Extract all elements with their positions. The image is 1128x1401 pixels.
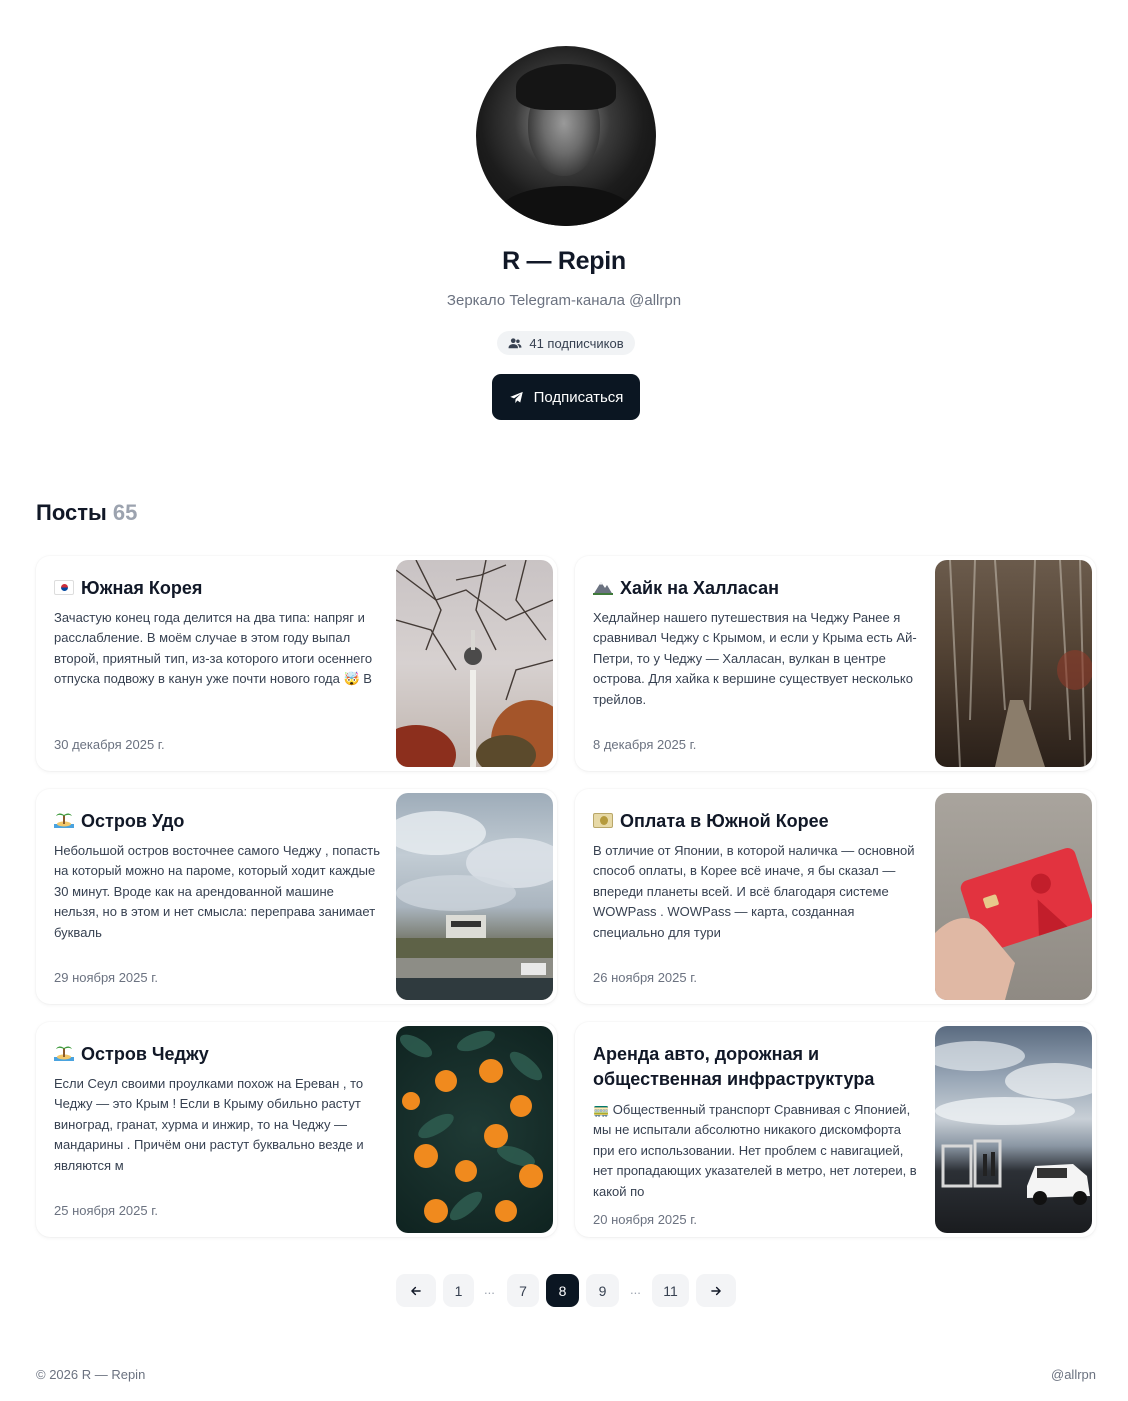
subscribe-button[interactable]: Подписаться [492,374,640,420]
post-date: 30 декабря 2025 г. [54,737,165,752]
users-icon [508,338,522,349]
post-card[interactable]: Южная Корея Зачастую конец года делится … [36,556,557,771]
post-title: Оплата в Южной Корее [593,809,923,834]
post-excerpt: Зачастую конец года делится на два типа:… [54,610,373,687]
next-page-button[interactable] [696,1274,736,1307]
arrow-left-icon [411,1286,421,1295]
mountain-icon [593,577,613,595]
post-title: Остров Удо [54,809,384,834]
post-date: 8 декабря 2025 г. [593,737,697,752]
post-title: Южная Корея [54,576,384,601]
post-excerpt: Небольшой остров восточнее самого Чеджу … [54,843,381,940]
page-button-last[interactable]: 11 [652,1274,689,1307]
footer-copyright: © 2026 R — Repin [36,1367,146,1382]
channel-subtitle: Зеркало Telegram-канала @allrpn [446,292,682,309]
avatar-shoulder-shape [496,186,636,226]
post-card[interactable]: Остров Чеджу Если Сеул своими проулками … [36,1022,557,1237]
post-title: Хайк на Халласан [593,576,923,601]
post-excerpt: Хедлайнер нашего путешествия на Чеджу Ра… [593,610,917,707]
island-icon [54,1043,74,1061]
post-title: Остров Чеджу [54,1042,384,1067]
post-excerpt: 🚃 Общественный транспорт Сравнивая с Япо… [593,1102,917,1199]
page-button-prev-number[interactable]: 7 [507,1274,539,1307]
post-date: 29 ноября 2025 г. [54,970,158,985]
post-image-car-seaside [935,1026,1092,1233]
subscribe-label: Подписаться [533,388,624,406]
pagination-ellipsis: ... [484,1282,495,1297]
posts-count: 65 [112,500,138,525]
page-button-first[interactable]: 1 [443,1274,474,1307]
island-icon [54,810,74,828]
post-image-forest-trail [935,560,1092,767]
pagination-ellipsis: ... [630,1282,641,1297]
telegram-icon [509,391,523,403]
post-card[interactable]: Хайк на Халласан Хедлайнер нашего путеше… [575,556,1096,771]
subscribers-count: 41 подписчиков [529,335,624,351]
post-date: 26 ноября 2025 г. [593,970,697,985]
post-image-tangerines [396,1026,553,1233]
avatar [476,46,656,226]
post-excerpt: Если Сеул своими проулками похож на Ерев… [54,1076,364,1173]
post-card[interactable]: Аренда авто, дорожная и общественная инф… [575,1022,1096,1237]
post-image-udo-island [396,793,553,1000]
channel-title: R — Repin [502,247,626,275]
money-icon [593,813,613,828]
post-excerpt: В отличие от Японии, в которой наличка —… [593,843,915,940]
korea-flag-icon [54,580,74,595]
post-image-wowpass-card [935,793,1092,1000]
pagination: 1 ... 7 8 9 ... 11 [0,1274,1128,1307]
post-card[interactable]: Оплата в Южной Корее В отличие от Японии… [575,789,1096,1004]
footer-handle-link[interactable]: @allrpn [1051,1367,1096,1382]
posts-heading: Посты 65 [36,500,137,526]
prev-page-button[interactable] [396,1274,436,1307]
avatar-hair-shape [516,64,616,110]
post-date: 20 ноября 2025 г. [593,1212,697,1227]
subscribers-badge: 41 подписчиков [497,331,635,355]
post-title: Аренда авто, дорожная и общественная инф… [593,1044,875,1089]
page-button-current[interactable]: 8 [546,1274,579,1307]
post-card[interactable]: Остров Удо Небольшой остров восточнее са… [36,789,557,1004]
arrow-right-icon [711,1286,721,1295]
posts-title: Посты [36,500,107,525]
page-button-next-number[interactable]: 9 [586,1274,619,1307]
post-date: 25 ноября 2025 г. [54,1203,158,1218]
post-image-seoul-tower [396,560,553,767]
